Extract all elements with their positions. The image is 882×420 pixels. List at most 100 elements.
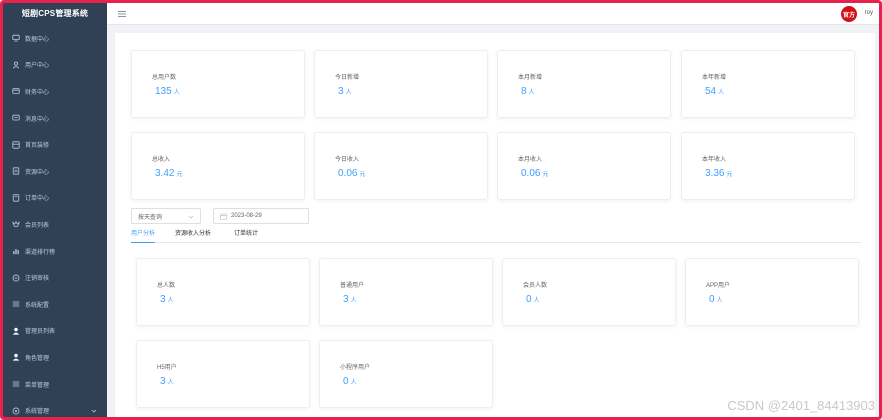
date-value: 2023-08-29 [231, 213, 262, 219]
stat-card-today-income: 今日收入 0.06 元 [314, 132, 488, 200]
sidebar-item-user-center[interactable]: 用户中心 [3, 52, 107, 79]
stat-value: 8人 [521, 86, 535, 97]
username[interactable]: roy [865, 10, 873, 16]
system-icon [11, 406, 20, 415]
sidebar-item-finance-center[interactable]: 财务中心 [3, 78, 107, 105]
stat-value: 0人 [526, 294, 540, 305]
stat-label: 本月新增 [518, 75, 543, 81]
stat-label: 本月收入 [518, 157, 543, 163]
stat-card-total-people: 总人数 3人 [136, 258, 310, 326]
watermark: CSDN @2401_84413903 [727, 398, 875, 413]
sidebar-item-label: 用户中心 [25, 63, 50, 70]
sidebar-item-system-config[interactable]: 系统配置 [3, 291, 107, 318]
stat-card-year-income: 本年收入 3.36 元 [681, 132, 855, 200]
sidebar-item-channel-ranking[interactable]: 渠道排行榜 [3, 238, 107, 265]
chevron-down-icon [91, 408, 97, 414]
stat-card-today-new: 今日新增 3人 [314, 50, 488, 118]
sidebar: 短剧CPS管理系统 数据中心 用户中心 财务中心 消息中心 首页装修 资源中心 … [3, 3, 107, 417]
sidebar-item-data-center[interactable]: 数据中心 [3, 25, 107, 52]
sidebar-item-label: 订单中心 [25, 196, 50, 203]
role-icon [11, 353, 20, 362]
stat-card-total-income: 总收入 3.42 元 [131, 132, 305, 200]
sidebar-item-role-management[interactable]: 角色管理 [3, 344, 107, 371]
sidebar-item-label: 菜单管理 [25, 382, 50, 389]
stat-label: 会员人数 [523, 283, 548, 289]
sidebar-item-label: 财务中心 [25, 89, 50, 96]
stat-card-year-new: 本年新增 54 人 [681, 50, 855, 118]
sidebar-item-label: 管理员列表 [25, 329, 56, 336]
stat-value: 0人 [709, 294, 723, 305]
stat-value: 3人 [160, 376, 174, 387]
analysis-tabs: 用户分析 资源收入分析 订单统计 [131, 229, 861, 243]
stat-value: 3人 [160, 294, 174, 305]
date-picker[interactable]: 2023-08-29 [213, 208, 309, 224]
message-icon [11, 114, 20, 123]
stat-card-normal-users: 普通用户 3人 [319, 258, 493, 326]
user-icon [11, 60, 20, 69]
tab-user-analysis[interactable]: 用户分析 [131, 229, 156, 243]
stat-label: 本年收入 [702, 157, 727, 163]
sidebar-item-label: 消息中心 [25, 116, 50, 123]
sidebar-item-label: 角色管理 [25, 355, 50, 362]
stat-card-month-income: 本月收入 0.06 元 [497, 132, 671, 200]
sidebar-item-label: 系统配置 [25, 302, 50, 309]
sidebar-item-label: 资源中心 [25, 169, 50, 176]
sidebar-item-label: 系统管理 [25, 409, 50, 416]
sidebar-item-label: 会员列表 [25, 222, 50, 229]
chevron-down-icon [188, 214, 194, 220]
stat-label: 总人数 [157, 283, 176, 289]
sidebar-item-system-management[interactable]: 系统管理 [3, 397, 107, 417]
stat-label: 总收入 [152, 157, 171, 163]
main-content: 总用户数 135 人 今日新增 3人 本月新增 8人 本年新增 54 人 总收入 3… [115, 33, 875, 417]
admin-icon [11, 326, 20, 335]
menu-icon [11, 380, 20, 389]
app-frame: 短剧CPS管理系统 数据中心 用户中心 财务中心 消息中心 首页装修 资源中心 … [0, 0, 882, 420]
stat-value: 135 人 [155, 86, 180, 97]
config-icon [11, 300, 20, 309]
chart-icon [11, 247, 20, 256]
topbar: 官方 roy [107, 3, 879, 25]
stat-value: 54 人 [705, 86, 725, 97]
stat-value: 3人 [343, 294, 357, 305]
vip-icon [11, 220, 20, 229]
sidebar-item-admin-list[interactable]: 管理员列表 [3, 318, 107, 345]
sidebar-item-order-center[interactable]: 订单中心 [3, 185, 107, 212]
sidebar-item-resource-center[interactable]: 资源中心 [3, 158, 107, 185]
stat-label: APP用户 [706, 283, 731, 289]
sidebar-item-label: 注销审核 [25, 276, 50, 283]
sidebar-item-label: 首页装修 [25, 143, 50, 150]
sidebar-item-home-decoration[interactable]: 首页装修 [3, 131, 107, 158]
stat-label: 本年新增 [702, 75, 727, 81]
stat-label: 小程序用户 [340, 365, 371, 371]
tab-order-statistics[interactable]: 订单统计 [234, 229, 258, 243]
sidebar-item-menu-management[interactable]: 菜单管理 [3, 371, 107, 398]
sidebar-item-message-center[interactable]: 消息中心 [3, 105, 107, 132]
stat-card-vip-users: 会员人数 0人 [502, 258, 676, 326]
avatar[interactable]: 官方 [841, 6, 857, 22]
stat-value: 0人 [343, 376, 357, 387]
stat-value: 0.06 元 [521, 168, 549, 179]
tab-resource-income-analysis[interactable]: 资源收入分析 [175, 229, 211, 243]
stat-value: 3人 [338, 86, 352, 97]
sidebar-item-label: 数据中心 [25, 36, 50, 43]
stat-value: 3.42 元 [155, 168, 183, 179]
wallet-icon [11, 87, 20, 96]
sidebar-item-vip-list[interactable]: 会员列表 [3, 211, 107, 238]
stat-label: 总用户数 [152, 75, 177, 81]
stat-value: 3.36 元 [705, 168, 733, 179]
resource-icon [11, 167, 20, 176]
stat-label: 今日新增 [335, 75, 360, 81]
stat-label: H5用户 [157, 365, 177, 371]
monitor-icon [11, 34, 20, 43]
hamburger-icon[interactable] [117, 9, 127, 19]
order-icon [11, 193, 20, 202]
stat-card-app-users: APP用户 0人 [685, 258, 859, 326]
calendar-icon [220, 213, 227, 220]
query-mode-select[interactable]: 按天查询 [131, 208, 201, 224]
sidebar-item-cancel-audit[interactable]: 注销审核 [3, 264, 107, 291]
stat-card-miniprogram-users: 小程序用户 0人 [319, 340, 493, 408]
home-icon [11, 140, 20, 149]
stat-card-total-users: 总用户数 135 人 [131, 50, 305, 118]
stat-label: 普通用户 [340, 283, 365, 289]
query-mode-value: 按天查询 [138, 214, 163, 221]
